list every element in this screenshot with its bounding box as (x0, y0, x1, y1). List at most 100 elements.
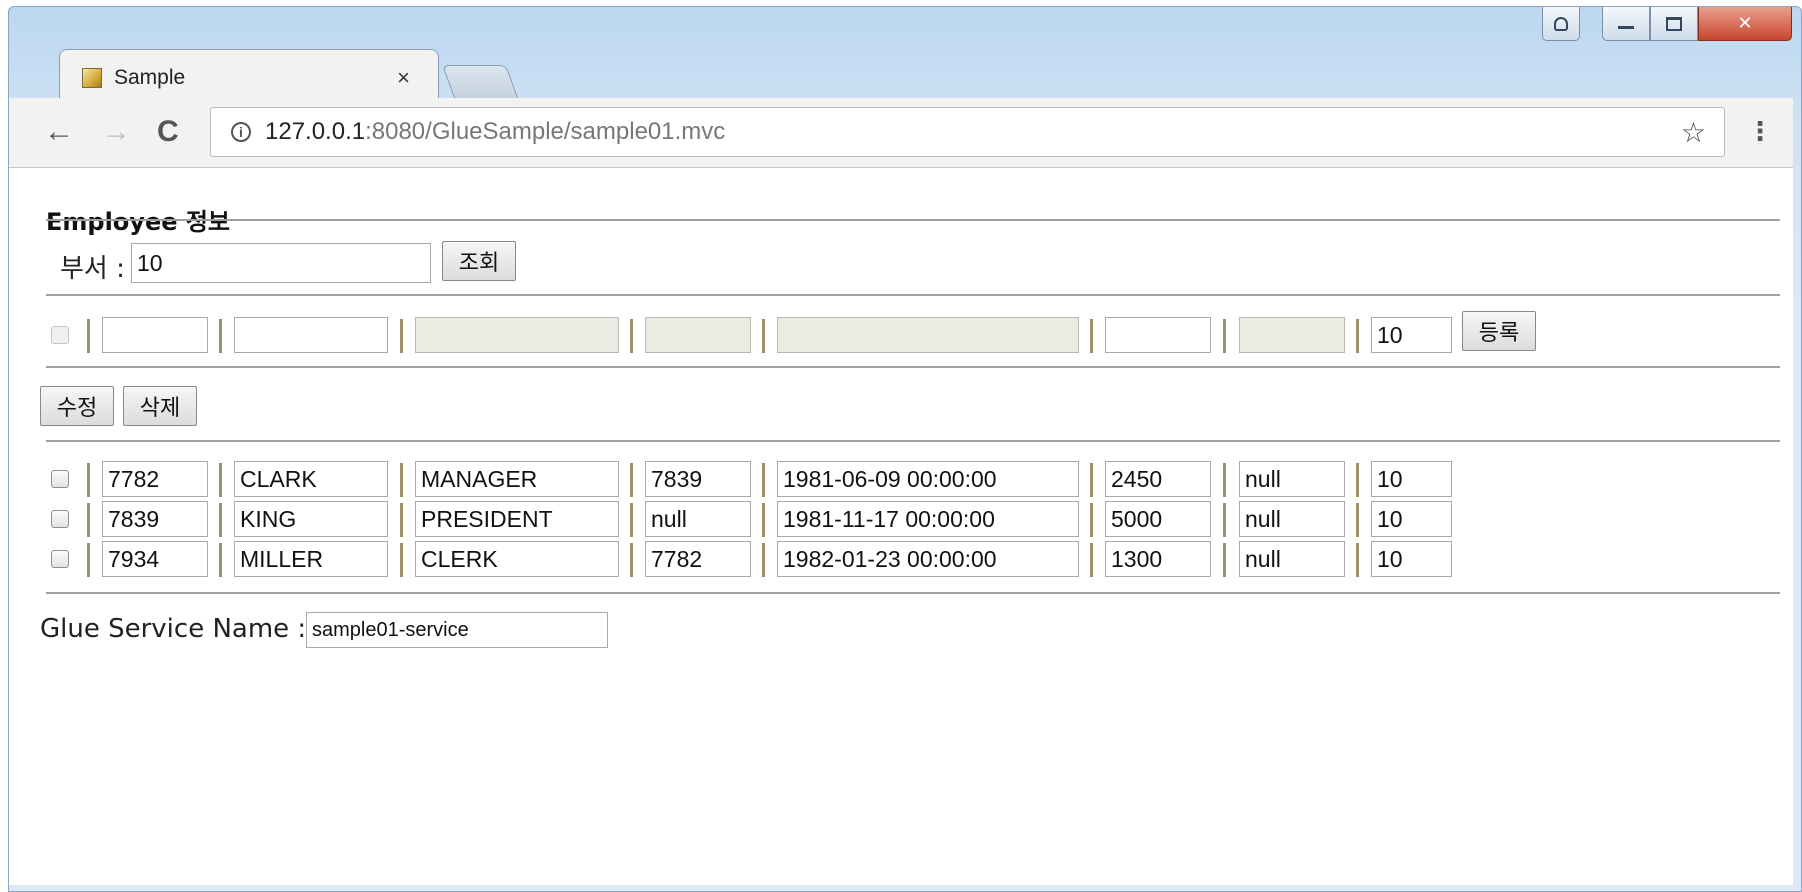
maximize-icon[interactable] (1650, 7, 1698, 41)
ename-input[interactable] (234, 317, 388, 353)
browser-tab[interactable]: Sample × (59, 49, 439, 105)
row-checkbox[interactable] (51, 470, 69, 488)
separator (46, 440, 1780, 442)
column-divider (762, 319, 765, 353)
minimize-icon[interactable] (1602, 7, 1650, 41)
url-host: 127.0.0.1 (265, 118, 366, 145)
column-divider (219, 463, 222, 497)
comm-input[interactable] (1239, 541, 1345, 577)
dept-label: 부서 : (60, 254, 125, 284)
empno-input[interactable] (102, 317, 208, 353)
column-divider (630, 319, 633, 353)
sal-input[interactable] (1105, 461, 1211, 497)
column-divider (762, 503, 765, 537)
column-divider (87, 319, 90, 353)
url-path: :8080/GlueSample/sample01.mvc (365, 118, 726, 145)
row-checkbox (51, 326, 69, 344)
comm-input (1239, 317, 1345, 353)
ename-input[interactable] (234, 541, 388, 577)
separator (46, 592, 1780, 594)
column-divider (1223, 503, 1226, 537)
column-divider (400, 503, 403, 537)
star-icon[interactable]: ☆ (1681, 116, 1706, 149)
hiredate-input[interactable] (777, 541, 1079, 577)
address-bar[interactable]: i 127.0.0.1:8080/GlueSample/sample01.mvc… (210, 107, 1725, 157)
empno-input[interactable] (102, 541, 208, 577)
menu-icon[interactable]: ⋮ (1747, 116, 1773, 147)
dept-input[interactable] (131, 243, 431, 283)
close-window-icon[interactable]: ✕ (1698, 7, 1792, 41)
column-divider (630, 543, 633, 577)
service-name-input[interactable] (306, 612, 608, 648)
search-button[interactable]: 조회 (442, 241, 516, 281)
tab-close-icon[interactable]: × (397, 65, 410, 91)
job-input[interactable] (415, 501, 619, 537)
mgr-input[interactable] (645, 461, 751, 497)
column-divider (1090, 503, 1093, 537)
job-input (415, 317, 619, 353)
hiredate-input[interactable] (777, 501, 1079, 537)
column-divider (630, 503, 633, 537)
row-checkbox[interactable] (51, 550, 69, 568)
mgr-input[interactable] (645, 501, 751, 537)
register-button[interactable]: 등록 (1462, 311, 1536, 351)
separator (46, 294, 1780, 296)
job-input[interactable] (415, 461, 619, 497)
column-divider (219, 503, 222, 537)
column-divider (219, 543, 222, 577)
reload-icon[interactable]: C (157, 114, 179, 150)
back-icon[interactable]: ← (44, 114, 74, 150)
column-divider (1090, 319, 1093, 353)
browser-toolbar: ← → C i 127.0.0.1:8080/GlueSample/sample… (9, 98, 1793, 168)
forward-icon: → (101, 115, 131, 148)
comm-input[interactable] (1239, 461, 1345, 497)
ename-input[interactable] (234, 461, 388, 497)
empno-input[interactable] (102, 501, 208, 537)
column-divider (1356, 543, 1359, 577)
ename-input[interactable] (234, 501, 388, 537)
hiredate-input[interactable] (777, 461, 1079, 497)
job-input[interactable] (415, 541, 619, 577)
mgr-input[interactable] (645, 541, 751, 577)
mgr-input (645, 317, 751, 353)
sal-input[interactable] (1105, 541, 1211, 577)
column-divider (219, 319, 222, 353)
column-divider (87, 503, 90, 537)
column-divider (1356, 463, 1359, 497)
column-divider (630, 463, 633, 497)
column-divider (762, 543, 765, 577)
column-divider (1223, 319, 1226, 353)
update-button[interactable]: 수정 (40, 386, 114, 426)
column-divider (87, 463, 90, 497)
column-divider (762, 463, 765, 497)
column-divider (400, 543, 403, 577)
comm-input[interactable] (1239, 501, 1345, 537)
hiredate-input (777, 317, 1079, 353)
column-divider (400, 463, 403, 497)
sal-input[interactable] (1105, 501, 1211, 537)
deptno-input[interactable] (1371, 317, 1452, 353)
page-content: Employee 정보 부서 : 조회 등록 수정 삭제 Glue Servic… (9, 168, 1793, 885)
sal-input[interactable] (1105, 317, 1211, 353)
column-divider (1356, 319, 1359, 353)
column-divider (1090, 543, 1093, 577)
tab-title: Sample (114, 65, 186, 89)
info-icon[interactable]: i (231, 122, 251, 142)
column-divider (1223, 463, 1226, 497)
separator (46, 219, 1780, 221)
user-icon[interactable] (1542, 7, 1580, 41)
column-divider (400, 319, 403, 353)
deptno-input[interactable] (1371, 461, 1452, 497)
deptno-input[interactable] (1371, 541, 1452, 577)
column-divider (1090, 463, 1093, 497)
deptno-input[interactable] (1371, 501, 1452, 537)
row-checkbox[interactable] (51, 510, 69, 528)
separator (46, 366, 1780, 368)
favicon-icon (82, 67, 102, 88)
column-divider (1223, 543, 1226, 577)
column-divider (87, 543, 90, 577)
service-label: Glue Service Name : (40, 614, 307, 644)
empno-input[interactable] (102, 461, 208, 497)
delete-button[interactable]: 삭제 (123, 386, 197, 426)
column-divider (1356, 503, 1359, 537)
